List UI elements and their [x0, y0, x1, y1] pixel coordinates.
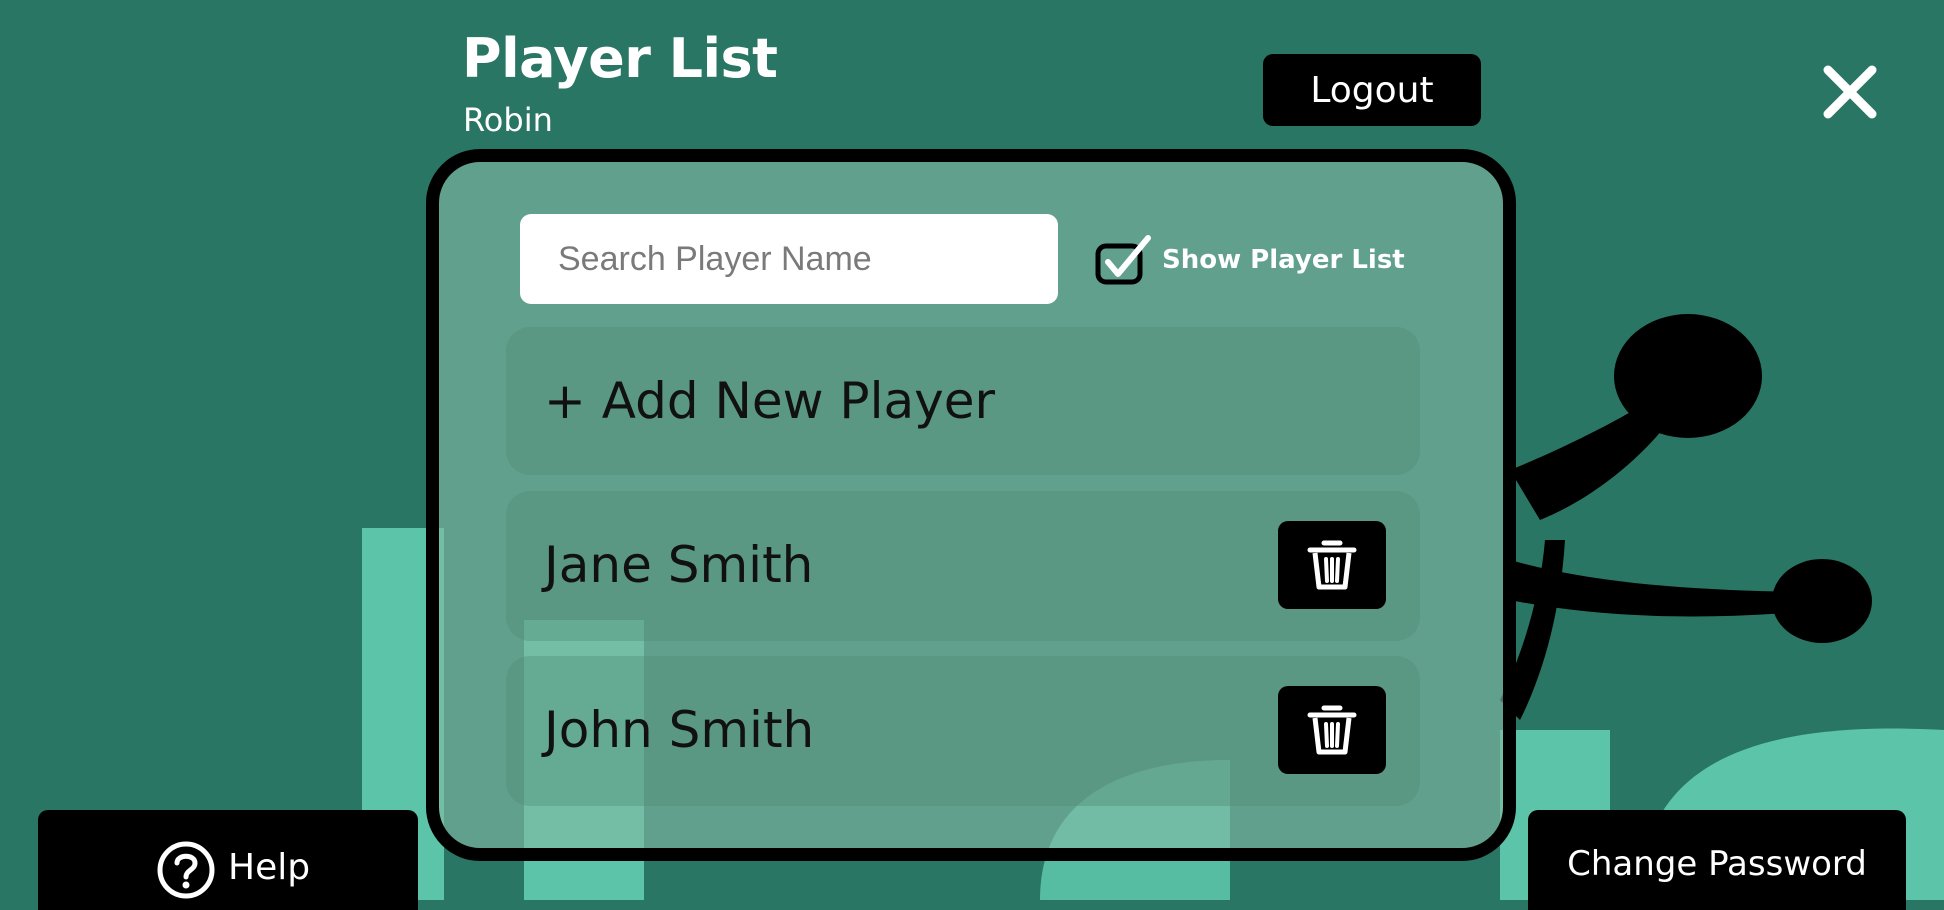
player-row[interactable]: John Smith [506, 656, 1420, 806]
help-button[interactable]: Help [38, 810, 418, 910]
player-list-panel: Show Player List + Add New Player Jane S… [426, 149, 1516, 861]
delete-player-button[interactable] [1278, 686, 1386, 774]
page-title: Player List [462, 27, 778, 90]
add-new-player-button[interactable]: + Add New Player [506, 327, 1420, 475]
add-new-player-label: + Add New Player [544, 372, 996, 430]
current-username: Robin [463, 101, 553, 139]
question-circle-icon [157, 841, 215, 899]
search-input[interactable] [520, 214, 1058, 304]
help-label: Help [228, 847, 311, 888]
close-button[interactable] [1820, 62, 1880, 122]
player-name: Jane Smith [544, 536, 814, 594]
delete-player-button[interactable] [1278, 521, 1386, 609]
change-password-button[interactable]: Change Password [1528, 810, 1906, 910]
close-icon [1823, 65, 1877, 119]
show-player-list-label: Show Player List [1162, 245, 1405, 275]
player-name: John Smith [544, 701, 815, 759]
logout-button[interactable]: Logout [1263, 54, 1481, 126]
change-password-label: Change Password [1567, 844, 1867, 884]
show-player-list-toggle[interactable]: Show Player List [1094, 232, 1405, 288]
checkbox-checked-icon[interactable] [1094, 232, 1152, 288]
trash-icon [1307, 705, 1357, 755]
player-row[interactable]: Jane Smith [506, 491, 1420, 641]
trash-icon [1307, 540, 1357, 590]
